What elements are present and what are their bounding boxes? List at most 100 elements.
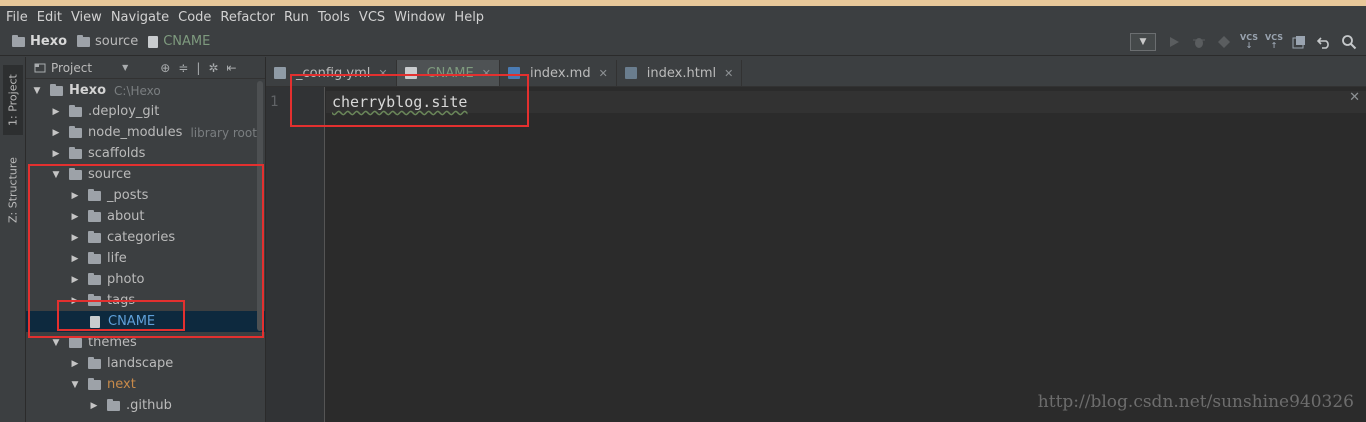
tree-row-label: Hexo — [69, 83, 107, 98]
menu-run[interactable]: Run — [284, 10, 309, 25]
menu-view[interactable]: View — [71, 10, 102, 25]
tree-row[interactable]: ▼ Hexo C:\Hexo — [26, 80, 265, 101]
menu-navigate[interactable]: Navigate — [111, 10, 169, 25]
search-everywhere-button[interactable] — [1338, 32, 1360, 52]
collapsed-arrow-icon[interactable]: ▶ — [51, 128, 61, 138]
folder-icon — [69, 104, 82, 117]
separator: | — [196, 60, 201, 75]
project-view-icon — [34, 63, 46, 72]
tree-row-label: landscape — [107, 356, 174, 371]
debug-button[interactable] — [1188, 32, 1210, 52]
tree-row[interactable]: ▶ .github — [26, 395, 265, 416]
revert-button[interactable] — [1313, 32, 1335, 52]
tree-row[interactable]: ▶ landscape — [26, 353, 265, 374]
vcs-update-label: VCS — [1240, 33, 1258, 42]
file-type-icon — [274, 67, 286, 79]
line-number: 1 — [270, 94, 279, 110]
vcs-commit-button[interactable]: VCS ↑ — [1263, 32, 1285, 52]
editor-tab-label: index.md — [529, 65, 591, 81]
tree-row-label: next — [107, 377, 136, 392]
folder-icon — [69, 335, 82, 348]
menu-help[interactable]: Help — [454, 10, 484, 25]
undo-icon — [1317, 37, 1329, 49]
collapsed-arrow-icon[interactable]: ▶ — [70, 359, 80, 369]
breadcrumb-label: Hexo — [30, 34, 68, 49]
tool-tab-label: 1: Project — [6, 74, 20, 126]
vcs-update-button[interactable]: VCS ↓ — [1238, 32, 1260, 52]
tree-row-label: .github — [126, 398, 172, 413]
breadcrumb-label: source — [95, 34, 139, 49]
tree-row-hint: C:\Hexo — [114, 83, 161, 98]
folder-icon — [77, 34, 91, 47]
navigation-bar: Hexo source CNAME ▼ VCS ↓ VCS ↑ — [0, 28, 1366, 56]
code-editor[interactable]: 1 cherryblog.site ✕ http://blog.csdn.net… — [266, 87, 1366, 422]
main-toolbar: ▼ VCS ↓ VCS ↑ — [1130, 30, 1360, 54]
breadcrumb-source[interactable]: source — [77, 34, 138, 49]
project-view-selector[interactable]: Project — [51, 61, 92, 75]
vcs-commit-label: VCS — [1265, 33, 1283, 42]
vcs-commit-icon: VCS ↑ — [1265, 33, 1283, 50]
close-tab-icon[interactable]: ✕ — [724, 67, 733, 80]
editor-tab[interactable]: index.html ✕ — [617, 60, 743, 86]
tree-row[interactable]: ▶ scaffolds — [26, 143, 265, 164]
expanded-arrow-icon[interactable]: ▼ — [51, 338, 61, 348]
close-icon[interactable]: ✕ — [1349, 90, 1360, 105]
line-gutter: 1 — [266, 87, 325, 422]
folder-icon — [107, 398, 120, 411]
tab-structure-tool[interactable]: Z: Structure — [3, 149, 23, 231]
tree-row-hint: library root — [190, 125, 257, 140]
coverage-button[interactable] — [1213, 32, 1235, 52]
tree-row[interactable]: ▶ node_modules library root — [26, 122, 265, 143]
project-panel-header: Project ▼ ⊕ ≑ | ✲ ⇤ — [26, 57, 265, 79]
tree-row-label: .deploy_git — [88, 104, 160, 119]
tree-row-label: node_modules — [88, 125, 183, 140]
folder-icon — [88, 377, 101, 390]
vcs-history-button[interactable] — [1288, 32, 1310, 52]
run-config-dropdown[interactable]: ▼ — [1130, 33, 1156, 51]
collapsed-arrow-icon[interactable]: ▶ — [89, 401, 99, 411]
menu-file[interactable]: File — [6, 10, 28, 25]
folder-icon — [50, 83, 63, 96]
tab-project-tool[interactable]: 1: Project — [3, 65, 23, 135]
hide-panel-icon[interactable]: ⇤ — [226, 61, 236, 75]
folder-icon — [69, 125, 82, 138]
menu-edit[interactable]: Edit — [37, 10, 62, 25]
menu-window[interactable]: Window — [394, 10, 445, 25]
locate-icon[interactable]: ⊕ — [160, 61, 170, 75]
file-icon — [148, 35, 159, 48]
collapse-icon[interactable]: ≑ — [178, 61, 188, 75]
menu-refactor[interactable]: Refactor — [220, 10, 275, 25]
close-tab-icon[interactable]: ✕ — [599, 67, 608, 80]
folder-icon — [88, 356, 101, 369]
left-tool-strip: 1: Project Z: Structure — [0, 57, 26, 422]
folder-icon — [12, 34, 25, 47]
breadcrumb-cname[interactable]: CNAME — [148, 34, 210, 49]
folder-icon — [69, 146, 82, 159]
tree-row[interactable]: ▶ .deploy_git — [26, 101, 265, 122]
tool-tab-label: Z: Structure — [6, 157, 20, 223]
watermark-text: http://blog.csdn.net/sunshine940326 — [1037, 392, 1354, 412]
collapsed-arrow-icon[interactable]: ▶ — [51, 107, 61, 117]
breadcrumb-label: CNAME — [163, 34, 211, 49]
annotation-box-content — [290, 74, 529, 127]
gear-icon[interactable]: ✲ — [208, 61, 218, 75]
bug-icon — [1193, 38, 1205, 48]
tree-row[interactable]: ▼ next — [26, 374, 265, 395]
menu-code[interactable]: Code — [178, 10, 211, 25]
chevron-down-icon[interactable]: ▼ — [122, 63, 128, 72]
run-button[interactable] — [1163, 32, 1185, 52]
collapsed-arrow-icon[interactable]: ▶ — [51, 149, 61, 159]
menu-bar: File Edit View Navigate Code Refactor Ru… — [0, 6, 1366, 28]
breadcrumb-hexo[interactable]: Hexo — [12, 34, 67, 49]
menu-vcs[interactable]: VCS — [359, 10, 385, 25]
expanded-arrow-icon[interactable]: ▼ — [32, 86, 42, 96]
chevron-down-icon: ▼ — [1139, 37, 1147, 47]
coverage-icon — [1218, 36, 1230, 48]
history-icon — [1292, 36, 1305, 49]
annotation-box-cname — [57, 300, 185, 331]
expanded-arrow-icon[interactable]: ▼ — [70, 380, 80, 390]
editor-tab-label: index.html — [646, 65, 717, 81]
menu-tools[interactable]: Tools — [318, 10, 350, 25]
tree-row-label: scaffolds — [88, 146, 146, 161]
play-icon — [1170, 37, 1179, 47]
